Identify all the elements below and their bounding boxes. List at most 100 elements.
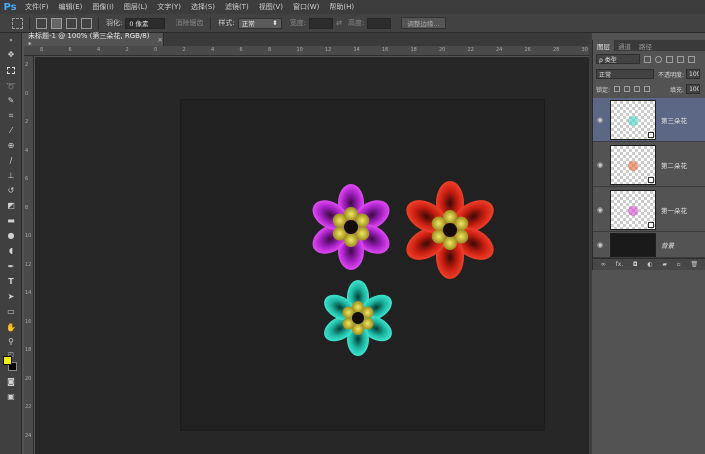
- layer-name: 第一朵花: [661, 206, 687, 215]
- tab-channels[interactable]: 通道: [614, 40, 635, 51]
- layers-panel: 图层 通道 路径 ρ 类型 正常 不透明度: 100% 锁定: 填充: 100%…: [592, 40, 705, 270]
- adjustment-icon[interactable]: ◐: [647, 261, 652, 268]
- ruler-tick-label: 16: [25, 318, 32, 325]
- new-layer-icon[interactable]: ▫: [677, 261, 681, 268]
- lock-row: 锁定: 填充: 100%: [593, 84, 705, 94]
- subtract-selection-icon[interactable]: [66, 17, 77, 29]
- height-input[interactable]: [367, 17, 392, 29]
- ruler-tick-label: 6: [25, 176, 29, 182]
- layer-row-second-flower[interactable]: ◉ 第二朵花: [593, 143, 705, 187]
- dodge-tool-icon[interactable]: ◖: [4, 245, 18, 256]
- group-icon[interactable]: ▰: [662, 261, 667, 268]
- menu-filter[interactable]: 滤镜(T): [220, 2, 254, 12]
- shape-tool-icon[interactable]: ▭: [4, 306, 18, 317]
- opacity-input[interactable]: 100%: [686, 69, 701, 79]
- ruler-tick-label: 2: [25, 62, 29, 68]
- antialias-checkbox[interactable]: 消除锯齿: [175, 18, 203, 28]
- blend-mode-select[interactable]: 正常: [596, 69, 654, 79]
- blur-tool-icon[interactable]: ●: [4, 230, 18, 241]
- fx-icon[interactable]: fx.: [616, 261, 624, 268]
- lock-transparency-icon[interactable]: [614, 86, 621, 92]
- link-icon[interactable]: ∞: [601, 261, 606, 268]
- lock-all-icon[interactable]: [644, 86, 651, 92]
- layer-kind-filter[interactable]: ρ 类型: [596, 54, 640, 64]
- swap-icon[interactable]: ⇄: [336, 19, 342, 27]
- lasso-tool-icon[interactable]: ➰: [4, 81, 18, 92]
- history-brush-icon[interactable]: ↺: [4, 185, 18, 196]
- shape-filter-icon[interactable]: [677, 55, 684, 63]
- menu-window[interactable]: 窗口(W): [288, 2, 324, 12]
- ruler-tick-label: 14: [353, 47, 360, 53]
- adjustment-filter-icon[interactable]: [655, 55, 662, 63]
- fill-input[interactable]: 100%: [686, 84, 701, 94]
- brush-tool-icon[interactable]: ∕: [4, 155, 18, 166]
- lock-position-icon[interactable]: [634, 86, 641, 92]
- eraser-tool-icon[interactable]: ◩: [4, 200, 18, 211]
- layer-thumbnail: [610, 99, 656, 140]
- ruler-tick-label: 22: [25, 404, 32, 410]
- menu-edit[interactable]: 编辑(E): [54, 2, 88, 12]
- screen-mode-icon[interactable]: ▣: [4, 391, 18, 402]
- menu-bar: Ps 文件(F) 编辑(E) 图像(I) 图层(L) 文字(Y) 选择(S) 滤…: [0, 0, 705, 14]
- zoom-tool-icon[interactable]: ⚲: [4, 336, 18, 347]
- foreground-color-swatch[interactable]: [3, 356, 12, 365]
- close-icon[interactable]: ×: [157, 36, 163, 44]
- ruler-tick-label: 2: [25, 119, 29, 125]
- marquee-tool-icon[interactable]: [4, 65, 18, 76]
- pen-tool-icon[interactable]: ✒: [4, 261, 18, 272]
- visibility-eye-icon[interactable]: ◉: [593, 241, 607, 249]
- type-tool-icon[interactable]: T: [4, 276, 18, 287]
- visibility-eye-icon[interactable]: ◉: [593, 161, 607, 169]
- lock-pixels-icon[interactable]: [624, 86, 631, 92]
- new-selection-icon[interactable]: [36, 17, 47, 29]
- layer-row-first-flower[interactable]: ◉ 第一朵花: [593, 188, 705, 232]
- menu-view[interactable]: 视图(V): [254, 2, 288, 12]
- quick-select-tool-icon[interactable]: ✎: [4, 95, 18, 106]
- healing-brush-icon[interactable]: ⊕: [4, 140, 18, 151]
- smart-object-filter-icon[interactable]: [688, 55, 695, 63]
- type-filter-icon[interactable]: [666, 55, 673, 63]
- style-label: 样式:: [218, 19, 235, 27]
- ruler-tick-label: 18: [410, 47, 417, 53]
- visibility-eye-icon[interactable]: ◉: [593, 206, 607, 214]
- quick-mask-icon[interactable]: ◙: [4, 376, 18, 387]
- image-filter-icon[interactable]: [644, 55, 651, 63]
- menu-help[interactable]: 帮助(H): [324, 2, 359, 12]
- intersect-selection-icon[interactable]: [81, 17, 92, 29]
- menu-image[interactable]: 图像(I): [87, 2, 119, 12]
- fill-label: 填充:: [670, 86, 685, 94]
- document-tab[interactable]: 未标题-1 @ 100% (第三朵花, RGB/8) * ×: [24, 32, 164, 49]
- ruler-tick-label: 4: [97, 47, 101, 53]
- layer-row-third-flower[interactable]: ◉ 第三朵花: [593, 98, 705, 142]
- feather-input[interactable]: 0 像素: [125, 17, 166, 29]
- trash-icon[interactable]: 🗑: [690, 261, 698, 268]
- hand-tool-icon[interactable]: ✋: [4, 322, 18, 333]
- crop-tool-icon[interactable]: ⌗: [4, 110, 18, 121]
- menu-select[interactable]: 选择(S): [186, 2, 220, 12]
- mask-icon[interactable]: ◘: [633, 261, 638, 268]
- refine-edge-button[interactable]: 调整边缘...: [401, 17, 446, 29]
- path-select-icon[interactable]: ➤: [4, 291, 18, 302]
- eyedropper-tool-icon[interactable]: ⁄: [4, 125, 18, 136]
- visibility-eye-icon[interactable]: ◉: [593, 116, 607, 124]
- menu-file[interactable]: 文件(F): [20, 2, 54, 12]
- move-tool-icon[interactable]: ✥: [4, 49, 18, 60]
- marquee-preset-icon[interactable]: [12, 17, 23, 29]
- ruler-tick-label: 16: [382, 47, 389, 53]
- tab-layers[interactable]: 图层: [593, 40, 614, 51]
- menu-type[interactable]: 文字(Y): [152, 2, 186, 12]
- panel-collapse-icon[interactable]: »: [4, 35, 18, 46]
- clone-stamp-icon[interactable]: ⊥: [4, 170, 18, 181]
- ruler-tick-label: 8: [268, 47, 272, 53]
- gradient-tool-icon[interactable]: ▬: [4, 215, 18, 226]
- tab-paths[interactable]: 路径: [635, 40, 656, 51]
- ruler-tick-label: 0: [25, 90, 29, 97]
- flower-purple: [312, 184, 390, 270]
- width-input[interactable]: [309, 17, 334, 29]
- flower-preview: [628, 160, 638, 171]
- menu-layer[interactable]: 图层(L): [119, 2, 152, 12]
- add-selection-icon[interactable]: [51, 17, 62, 29]
- style-select[interactable]: 正常 ⬍: [237, 17, 282, 29]
- layer-row-background[interactable]: ◉ 背景: [593, 233, 705, 258]
- document-canvas[interactable]: [181, 100, 544, 430]
